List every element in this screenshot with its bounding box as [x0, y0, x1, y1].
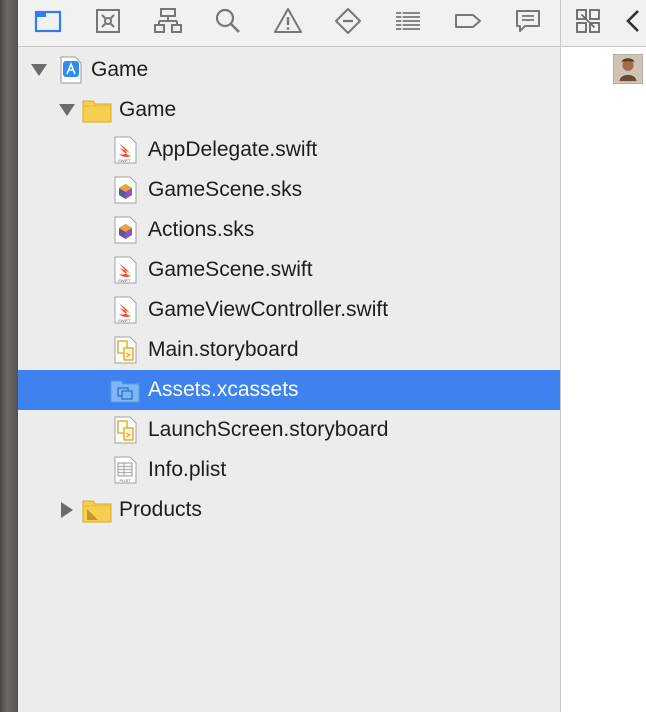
tree-row-file[interactable]: SWIFT AppDelegate.swift [18, 130, 560, 170]
tree-label: Game [119, 98, 177, 121]
tree-label: GameScene.swift [148, 258, 313, 281]
tree-label: Main.storyboard [148, 338, 299, 361]
breakpoint-icon[interactable] [449, 4, 487, 38]
navigator-toolbar [18, 0, 560, 47]
tree-row-file[interactable]: SWIFT GameViewController.swift [18, 290, 560, 330]
asset-catalog-icon [110, 380, 140, 403]
tree-row-file[interactable]: SWIFT GameScene.swift [18, 250, 560, 290]
swift-file-icon: SWIFT [114, 296, 137, 324]
swift-file-icon: SWIFT [114, 136, 137, 164]
tree-label: Products [119, 498, 202, 521]
folder-icon [82, 500, 112, 523]
spritekit-scene-icon [114, 216, 137, 244]
back-chevron-icon[interactable] [621, 4, 645, 38]
project-navigator-icon[interactable] [29, 4, 67, 38]
svg-text:SWIFT: SWIFT [118, 158, 131, 163]
tree-label: Assets.xcassets [148, 378, 299, 401]
test-icon[interactable] [329, 4, 367, 38]
report-icon[interactable] [509, 4, 547, 38]
file-tree: Game Game SWIFT AppDelegate.swift GameSc… [18, 50, 560, 530]
tree-label: GameViewController.swift [148, 298, 389, 321]
source-control-icon[interactable] [89, 4, 127, 38]
tree-label: GameScene.sks [148, 178, 303, 201]
tree-label: Game [91, 58, 149, 81]
swift-file-icon: SWIFT [114, 256, 137, 284]
svg-text:PLIST: PLIST [120, 478, 132, 483]
inspector-toolbar [561, 0, 646, 47]
disclosure-triangle-icon[interactable] [30, 62, 48, 78]
spritekit-scene-icon [114, 176, 137, 204]
tree-row-file[interactable]: GameScene.sks [18, 170, 560, 210]
xcode-project-icon [60, 56, 82, 84]
tree-label: AppDelegate.swift [148, 138, 318, 161]
folder-icon [82, 100, 112, 123]
tree-row-group-products[interactable]: Products [18, 490, 560, 530]
tree-row-file[interactable]: PLIST Info.plist [18, 450, 560, 490]
disclosure-triangle-icon[interactable] [58, 502, 76, 518]
tree-label: LaunchScreen.storyboard [148, 418, 389, 441]
tree-label: Info.plist [148, 458, 227, 481]
plist-file-icon: PLIST [114, 456, 137, 484]
related-items-icon[interactable] [571, 4, 605, 38]
tree-row-file[interactable]: LaunchScreen.storyboard [18, 410, 560, 450]
debug-icon[interactable] [389, 4, 427, 38]
tree-row-file[interactable]: Actions.sks [18, 210, 560, 250]
tree-row-group-game[interactable]: Game [18, 90, 560, 130]
symbol-navigator-icon[interactable] [149, 4, 187, 38]
svg-text:SWIFT: SWIFT [118, 278, 131, 283]
avatar [613, 54, 643, 84]
tree-row-file-selected[interactable]: Assets.xcassets [18, 370, 560, 410]
storyboard-file-icon [114, 416, 137, 444]
project-navigator: Game Game SWIFT AppDelegate.swift GameSc… [18, 0, 561, 712]
tree-row-file[interactable]: Main.storyboard [18, 330, 560, 370]
storyboard-file-icon [114, 336, 137, 364]
find-icon[interactable] [209, 4, 247, 38]
tree-label: Actions.sks [148, 218, 255, 241]
tree-row-project[interactable]: Game [18, 50, 560, 90]
inspector-panel [561, 0, 646, 712]
svg-text:SWIFT: SWIFT [118, 318, 131, 323]
window-edge [0, 0, 18, 712]
issue-icon[interactable] [269, 4, 307, 38]
disclosure-triangle-icon[interactable] [58, 102, 76, 118]
